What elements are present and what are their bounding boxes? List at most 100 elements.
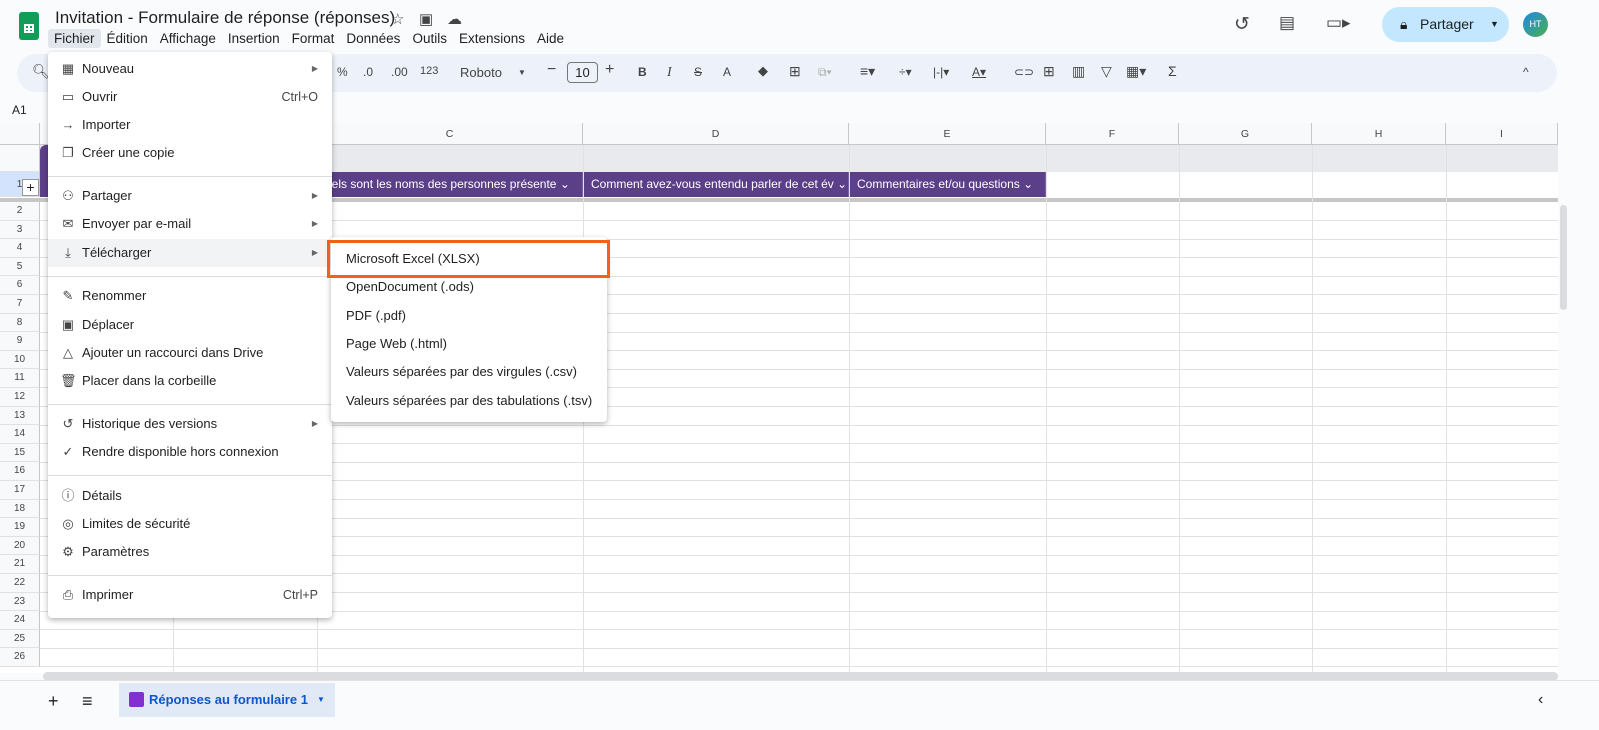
row-header[interactable]: 26	[0, 648, 40, 667]
menu-format[interactable]: Format	[286, 29, 341, 48]
row-header[interactable]: 9	[0, 332, 40, 351]
explore-toggle-icon[interactable]: ‹	[1538, 691, 1543, 709]
download-option[interactable]: Page Web (.html)	[331, 330, 607, 358]
font-size-input[interactable]: 10	[567, 62, 598, 83]
file-menu-item-renommer[interactable]: ✎ Renommer	[48, 282, 332, 310]
menu-aide[interactable]: Aide	[531, 29, 570, 48]
file-menu-item-rendre-disponible-hors-connexion[interactable]: ✓ Rendre disponible hors connexion	[48, 438, 332, 466]
star-icon[interactable]: ☆	[391, 10, 404, 28]
file-menu-item-importer[interactable]: → Importer	[48, 111, 332, 139]
more-formats-button[interactable]: 123	[420, 65, 438, 77]
menu-donnees[interactable]: Données	[340, 29, 406, 48]
row-header[interactable]: 3	[0, 220, 40, 240]
column-header[interactable]: F	[1046, 123, 1179, 145]
file-menu-item-nouveau[interactable]: ▦ Nouveau ▶	[48, 55, 332, 83]
row-header[interactable]: 2	[0, 202, 40, 221]
file-menu-item-ouvrir[interactable]: ▭ Ouvrir Ctrl+O	[48, 83, 332, 111]
row-header[interactable]: 14	[0, 425, 40, 444]
move-folder-icon[interactable]: ▣	[419, 10, 433, 28]
select-all-corner[interactable]	[0, 123, 40, 145]
text-rotation-icon[interactable]: A▾	[972, 65, 986, 79]
history-icon[interactable]: ↺	[1234, 13, 1250, 36]
chevron-down-icon[interactable]: ⌄	[837, 177, 847, 191]
add-row-icon[interactable]: +	[22, 179, 39, 196]
comment-icon[interactable]: ⊞	[1043, 63, 1055, 80]
file-menu-item-limites-de-s-curit-[interactable]: ◎ Limites de sécurité	[48, 510, 332, 538]
decrease-font-size-button[interactable]: −	[547, 61, 556, 79]
meet-icon[interactable]: ▭▸	[1326, 13, 1351, 33]
column-header[interactable]: G	[1179, 123, 1312, 145]
row-header[interactable]: 20	[0, 536, 40, 556]
sheet-tab-dropdown-icon[interactable]: ▼	[317, 683, 325, 717]
row-header[interactable]: 24	[0, 611, 40, 630]
file-menu-item-envoyer-par-e-mail[interactable]: ✉ Envoyer par e-mail ▶	[48, 210, 332, 238]
download-option[interactable]: Valeurs séparées par des virgules (.csv)	[331, 358, 607, 386]
bold-button[interactable]: B	[638, 65, 647, 79]
row-header[interactable]: 12	[0, 388, 40, 407]
row-header[interactable]: 17	[0, 481, 40, 500]
row-header[interactable]: 13	[0, 406, 40, 426]
increase-decimals-button[interactable]: .00	[391, 65, 408, 79]
download-option[interactable]: Valeurs séparées par des tabulations (.t…	[331, 387, 607, 415]
add-sheet-icon[interactable]: +	[48, 691, 59, 712]
header-cell[interactable]: uels sont les noms des personnes présent…	[317, 172, 583, 197]
file-menu-item-historique-des-versions[interactable]: ↺ Historique des versions ▶	[48, 410, 332, 438]
file-menu-item-ajouter-un-raccourci-dans-drive[interactable]: △ Ajouter un raccourci dans Drive	[48, 339, 332, 367]
borders-icon[interactable]: ⊞	[789, 63, 801, 80]
menu-insertion[interactable]: Insertion	[222, 29, 286, 48]
collapse-toolbar-icon[interactable]: ^	[1523, 65, 1529, 79]
comments-icon[interactable]: ▤	[1279, 13, 1295, 33]
file-menu-item-param-tres[interactable]: ⚙ Paramètres	[48, 538, 332, 566]
row-header[interactable]: 7	[0, 295, 40, 314]
file-menu-item-partager[interactable]: ⚇ Partager ▶	[48, 182, 332, 210]
file-menu-item-d-tails[interactable]: ⓘ Détails	[48, 482, 332, 510]
file-menu-item-d-placer[interactable]: ▣ Déplacer	[48, 311, 332, 339]
share-button[interactable]: 🔒︎ Partager ▼	[1382, 7, 1509, 42]
row-header[interactable]: 6	[0, 276, 40, 295]
chart-icon[interactable]: ▥	[1072, 63, 1085, 80]
column-header[interactable]: I	[1446, 123, 1558, 145]
column-header[interactable]: D	[583, 123, 849, 145]
align-horizontal-icon[interactable]: ≡▾	[860, 63, 875, 80]
row-header[interactable]: 19	[0, 518, 40, 537]
italic-button[interactable]: I	[667, 65, 672, 81]
row-header[interactable]: 4	[0, 239, 40, 258]
row-header[interactable]: 5	[0, 257, 40, 277]
column-header[interactable]: C	[317, 123, 583, 145]
vertical-scrollbar[interactable]	[1560, 205, 1567, 310]
chevron-down-icon[interactable]: ⌄	[1023, 177, 1033, 191]
menu-affichage[interactable]: Affichage	[154, 29, 222, 48]
text-wrap-icon[interactable]: |-|▾	[933, 65, 949, 79]
column-header[interactable]: E	[849, 123, 1046, 145]
sum-icon[interactable]: Σ	[1168, 63, 1177, 79]
share-dropdown-icon[interactable]: ▼	[1490, 7, 1499, 42]
font-select[interactable]: Roboto	[460, 65, 502, 80]
row-header[interactable]: 25	[0, 629, 40, 649]
row-header[interactable]: 23	[0, 592, 40, 612]
download-option[interactable]: PDF (.pdf)	[331, 302, 607, 330]
text-color-button[interactable]: A	[723, 65, 731, 79]
fill-color-icon[interactable]: ◆	[758, 63, 768, 79]
strikethrough-button[interactable]: S	[694, 65, 702, 79]
header-cell[interactable]: Commentaires et/ou questions ⌄	[849, 172, 1046, 197]
file-menu-item-t-l-charger[interactable]: ⤓ Télécharger ▶	[48, 239, 332, 267]
merge-cells-icon[interactable]: ⧉▾	[818, 65, 832, 80]
percent-button[interactable]: %	[337, 65, 348, 79]
functions-icon[interactable]: ▦▾	[1126, 63, 1146, 80]
avatar[interactable]: HT	[1523, 12, 1548, 37]
menu-fichier[interactable]: Fichier	[48, 29, 101, 48]
row-header[interactable]: 11	[0, 369, 40, 388]
file-menu-item-imprimer[interactable]: ⎙ Imprimer Ctrl+P	[48, 581, 332, 609]
menu-extensions[interactable]: Extensions	[453, 29, 531, 48]
name-box[interactable]: A1	[12, 103, 27, 117]
row-header[interactable]: 21	[0, 555, 40, 574]
increase-font-size-button[interactable]: +	[605, 61, 614, 79]
sheets-logo[interactable]	[19, 12, 39, 40]
header-cell[interactable]: Comment avez-vous entendu parler de cet …	[583, 172, 849, 197]
filter-icon[interactable]: ▽	[1101, 63, 1112, 80]
column-header[interactable]: H	[1312, 123, 1446, 145]
menu-edition[interactable]: Édition	[101, 29, 154, 48]
file-menu-item-placer-dans-la-corbeille[interactable]: 🗑︎ Placer dans la corbeille	[48, 367, 332, 395]
decrease-decimals-button[interactable]: .0	[363, 65, 373, 79]
chevron-down-icon[interactable]: ⌄	[560, 177, 570, 191]
